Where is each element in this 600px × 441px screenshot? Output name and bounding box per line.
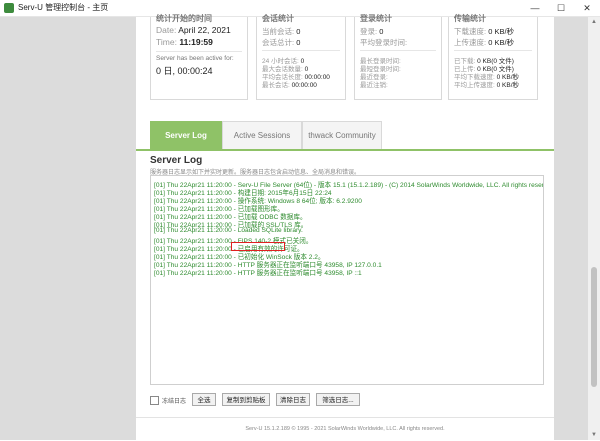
- log-line: [01] Thu 22Apr21 11:20:00 - Loaded SQLit…: [154, 227, 303, 234]
- log-controls: 冻结日志 全选 复制到剪贴板 清除日志 筛选日志...: [150, 393, 542, 407]
- total-sessions-value: 0: [296, 38, 301, 47]
- vertical-scrollbar[interactable]: ▲ ▼: [588, 17, 600, 440]
- stats-area: 统计开始的时间 Date: April 22, 2021 Time: 11:19…: [136, 14, 554, 103]
- window-title: Serv-U 管理控制台 - 主页: [18, 3, 109, 12]
- upload-speed-row: 上传速度: 0 KB/秒: [454, 37, 514, 48]
- login-stats-heading: 登录统计: [360, 14, 392, 23]
- maximize-button[interactable]: ☐: [548, 0, 574, 16]
- avg-duration-label: 平均登录时间:: [360, 38, 408, 47]
- tab-bar: Server Log Active Sessions thwack Commun…: [136, 121, 554, 151]
- app-icon: [4, 3, 14, 13]
- time-value: 11:19:59: [179, 37, 213, 47]
- divider: [262, 50, 340, 51]
- longest-label: 最长会话:: [262, 82, 290, 89]
- download-speed-row: 下载速度: 0 KB/秒: [454, 26, 514, 37]
- session-stats-box: 会话统计 当前会话: 0 会话总计: 0 24 小时会话: 0 最大会话数量: …: [256, 14, 346, 100]
- avg-up-label: 平均上传速度:: [454, 82, 495, 89]
- divider: [360, 50, 436, 51]
- close-button[interactable]: ✕: [574, 0, 600, 16]
- tab-thwack-community[interactable]: thwack Community: [302, 121, 382, 149]
- copy-to-clipboard-button[interactable]: 复制到剪贴板: [222, 393, 270, 406]
- main-panel: 统计开始的时间 Date: April 22, 2021 Time: 11:19…: [136, 14, 554, 441]
- clear-log-button[interactable]: 清除日志: [276, 393, 310, 406]
- server-stats-box: 统计开始的时间 Date: April 22, 2021 Time: 11:19…: [150, 14, 248, 100]
- title-bar: Serv-U 管理控制台 - 主页 — ☐ ✕: [0, 0, 600, 17]
- scroll-down-arrow-icon[interactable]: ▼: [588, 430, 600, 440]
- log-output[interactable]: [01] Thu 22Apr21 11:20:00 - Serv-U File …: [150, 175, 544, 385]
- log-line: [01] Thu 22Apr21 11:20:00 - HTTP 服务器正在监听…: [154, 270, 362, 277]
- upload-speed-label: 上传速度:: [454, 38, 487, 47]
- server-stats-heading: 统计开始的时间: [156, 14, 212, 23]
- app-background: 统计开始的时间 Date: April 22, 2021 Time: 11:19…: [0, 14, 588, 441]
- scroll-up-arrow-icon[interactable]: ▲: [588, 17, 600, 27]
- download-speed-value: 0 KB/秒: [488, 27, 515, 36]
- date-value: April 22, 2021: [178, 25, 231, 35]
- uptime-value: 0 日, 00:00:24: [156, 66, 213, 76]
- logins-row: 登录: 0: [360, 26, 383, 37]
- session-stats-heading: 会话统计: [262, 14, 294, 23]
- highlight-box: [231, 242, 285, 251]
- download-speed-label: 下载速度:: [454, 27, 487, 36]
- avg-up-row: 平均上传速度: 0 KB/秒: [454, 79, 519, 89]
- date-label: Date:: [156, 25, 177, 35]
- time-label: Time:: [156, 37, 177, 47]
- copyright-text: Serv-U 15.1.2.189 © 1995 - 2021 SolarWin…: [245, 426, 445, 432]
- total-sessions-label: 会话总计:: [262, 38, 295, 47]
- minimize-button[interactable]: —: [522, 0, 548, 16]
- footer: Serv-U 15.1.2.189 © 1995 - 2021 SolarWin…: [136, 417, 554, 441]
- freeze-log-checkbox[interactable]: [150, 396, 159, 405]
- select-all-button[interactable]: 全选: [192, 393, 216, 406]
- divider: [454, 50, 532, 51]
- transfer-stats-heading: 传输统计: [454, 14, 486, 23]
- tab-active-sessions[interactable]: Active Sessions: [222, 121, 302, 149]
- recent-logout-label: 最近注销:: [360, 82, 388, 89]
- current-sessions-label: 当前会话:: [262, 27, 295, 36]
- total-sessions-row: 会话总计: 0: [262, 37, 300, 48]
- date-row: Date: April 22, 2021: [156, 25, 231, 35]
- logins-label: 登录:: [360, 27, 378, 36]
- login-stats-box: 登录统计 登录: 0 平均登录时间: 最长登录时间: 最短登录时间: 最近登录:…: [354, 14, 442, 100]
- scroll-thumb[interactable]: [591, 267, 597, 387]
- longest-row: 最长会话: 00:00:00: [262, 79, 317, 89]
- filter-log-button[interactable]: 筛选日志...: [316, 393, 360, 406]
- active-text: Server has been active for:: [156, 55, 234, 62]
- logins-value: 0: [379, 27, 384, 36]
- longest-value: 00:00:00: [291, 82, 317, 89]
- current-sessions-value: 0: [296, 27, 301, 36]
- current-sessions-row: 当前会话: 0: [262, 26, 300, 37]
- time-row: Time: 11:19:59: [156, 37, 213, 47]
- log-title: Server Log: [150, 155, 203, 166]
- upload-speed-value: 0 KB/秒: [488, 38, 515, 47]
- avg-up-value: 0 KB/秒: [496, 82, 520, 89]
- divider: [156, 51, 242, 52]
- transfer-stats-box: 传输统计 下载速度: 0 KB/秒 上传速度: 0 KB/秒 已下载: 0 KB…: [448, 14, 538, 100]
- tab-server-log[interactable]: Server Log: [150, 121, 222, 149]
- freeze-log-label: 冻结日志: [162, 399, 187, 405]
